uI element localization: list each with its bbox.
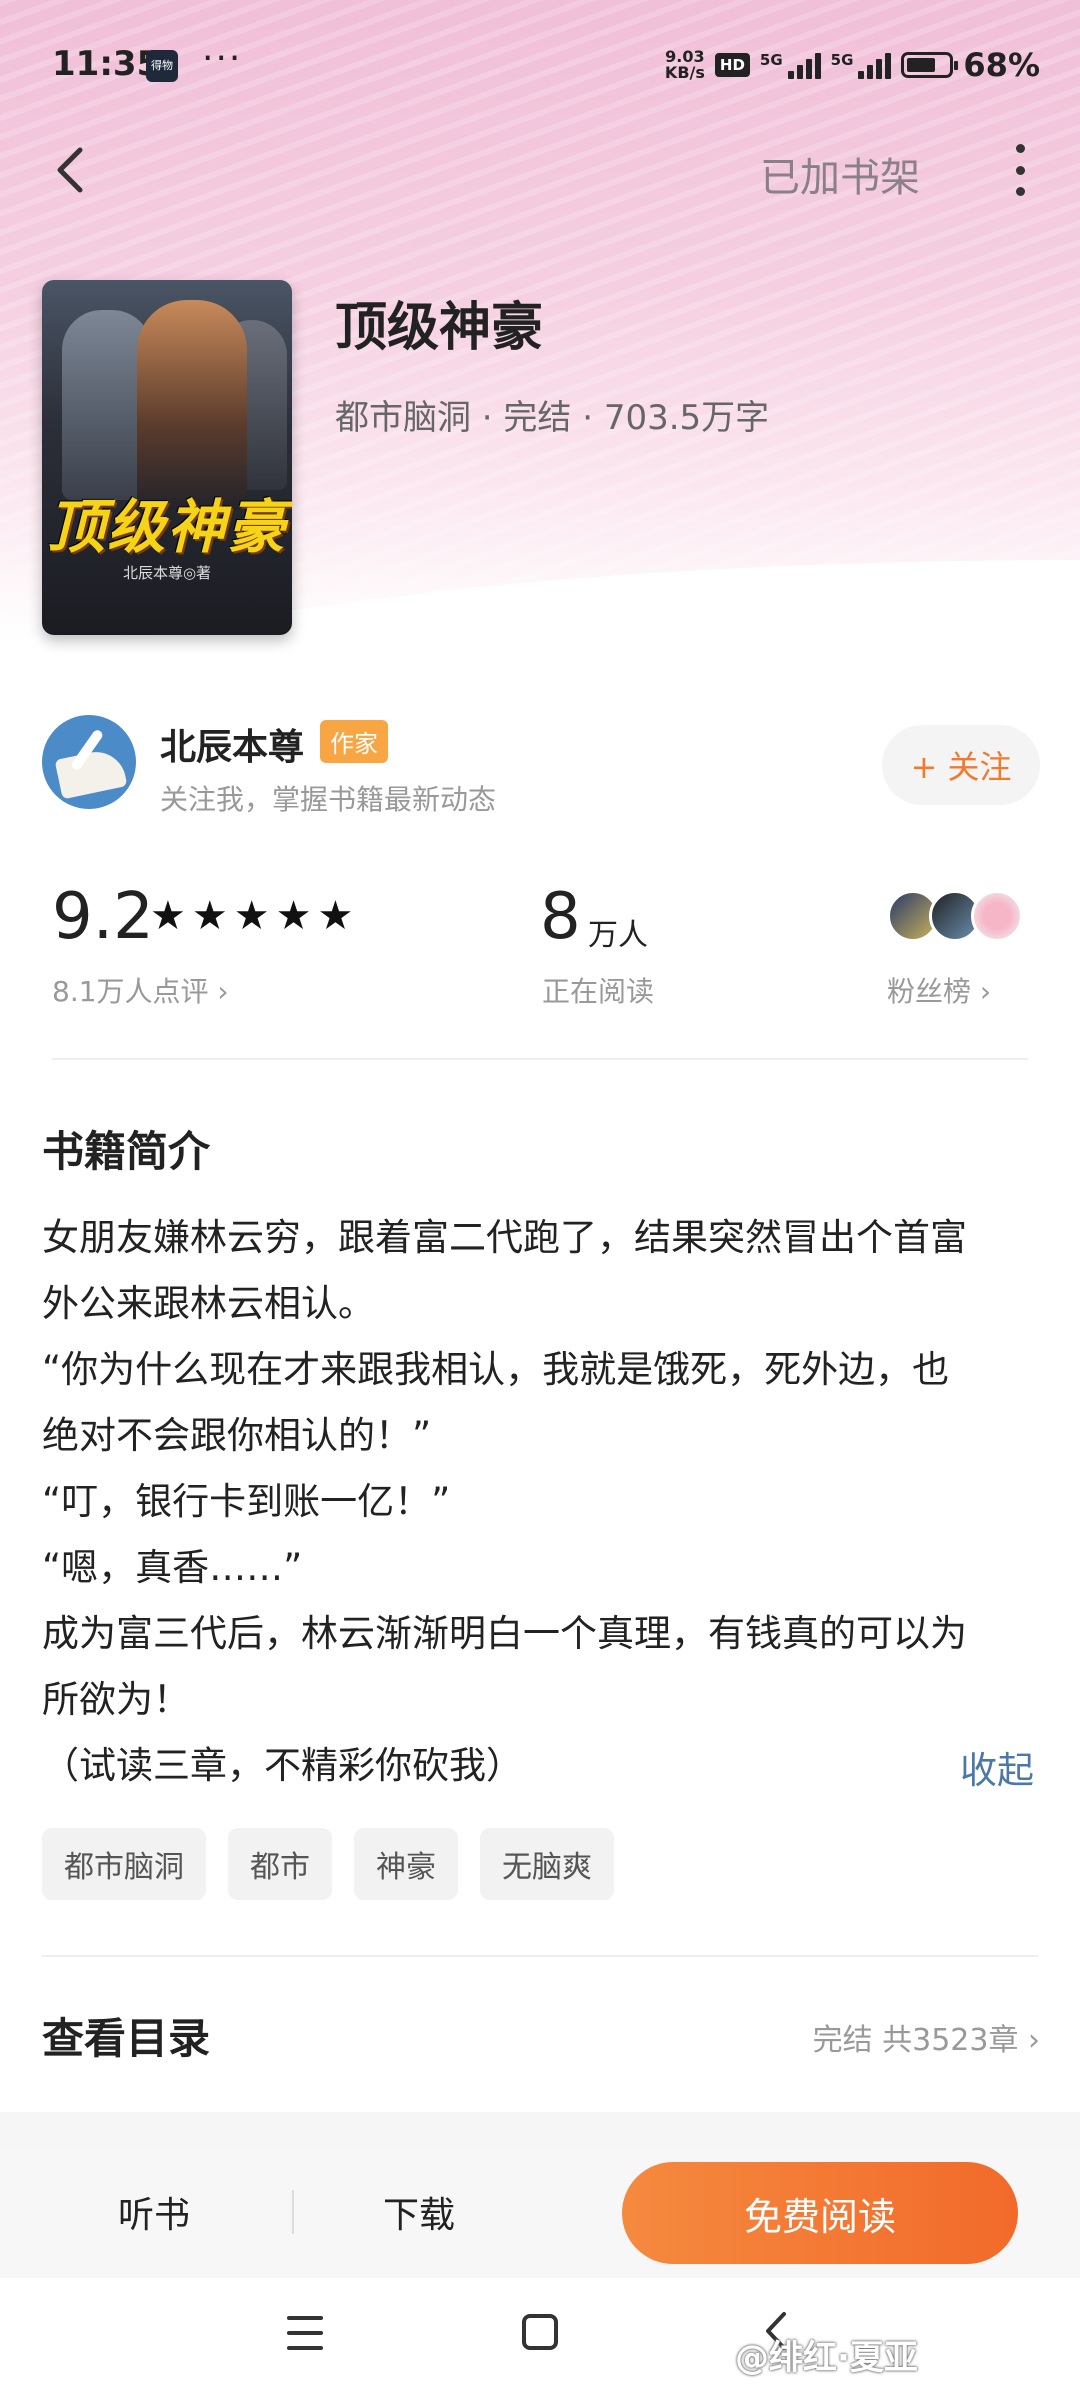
network-speed: 9.03 KB/s bbox=[665, 49, 705, 81]
toc-info[interactable]: 完结 共3523章 › bbox=[813, 2015, 1040, 2059]
status-bar: 11:35 得物 ··· 9.03 KB/s HD 5G 5G 68% bbox=[0, 0, 1080, 130]
divider bbox=[42, 1955, 1038, 1957]
download-button[interactable]: 下载 bbox=[383, 2186, 455, 2238]
home-icon[interactable] bbox=[522, 2314, 558, 2350]
follow-button[interactable]: + 关注 bbox=[882, 725, 1040, 805]
author-name[interactable]: 北辰本尊 bbox=[160, 718, 304, 770]
intro-line: 外公来跟林云相认。 bbox=[42, 1282, 375, 1325]
network-speed-unit: KB/s bbox=[664, 63, 705, 82]
watermark: @绯红·夏亚 bbox=[735, 2338, 918, 2378]
book-cover: 顶级神豪 北辰本尊◎著 bbox=[42, 280, 292, 635]
collapse-link[interactable]: 收起 bbox=[960, 1740, 1034, 1794]
author-subtitle: 关注我，掌握书籍最新动态 bbox=[160, 783, 497, 816]
cover-title: 顶级神豪 bbox=[46, 493, 287, 561]
back-arrow-icon[interactable] bbox=[48, 140, 92, 200]
menu-icon[interactable] bbox=[287, 2316, 323, 2350]
more-vertical-icon[interactable] bbox=[1010, 138, 1030, 202]
free-read-button[interactable]: 免费阅读 bbox=[622, 2162, 1018, 2264]
rating-stars: ★★★★★ bbox=[150, 893, 360, 939]
rating-score: 9.2 bbox=[52, 880, 154, 954]
fan-avatar bbox=[971, 890, 1023, 942]
readers-unit: 万人 bbox=[588, 918, 648, 953]
action-bar: 听书 下载 免费阅读 bbox=[0, 2148, 1080, 2278]
fans-ranking-link[interactable]: 粉丝榜 › bbox=[887, 970, 991, 1010]
intro-line: （试读三章，不精彩你砍我） bbox=[42, 1744, 523, 1787]
listen-button[interactable]: 听书 bbox=[118, 2186, 190, 2238]
more-notifications-icon: ··· bbox=[202, 38, 243, 79]
cover-author: 北辰本尊◎著 bbox=[122, 564, 212, 582]
status-time: 11:35 bbox=[52, 44, 161, 84]
tag[interactable]: 无脑爽 bbox=[480, 1828, 614, 1900]
intro-line: “叮，银行卡到账一亿！” bbox=[42, 1480, 451, 1523]
intro-line: 成为富三代后，林云渐渐明白一个真理，有钱真的可以为 bbox=[42, 1612, 967, 1655]
battery-icon bbox=[901, 52, 959, 78]
reviews-link[interactable]: 8.1万人点评 › bbox=[52, 970, 229, 1010]
hd-icon: HD bbox=[714, 53, 750, 77]
signal-5g-label: 5G bbox=[759, 51, 783, 69]
tag-list: 都市脑洞 都市 神豪 无脑爽 bbox=[42, 1828, 614, 1900]
book-meta: 都市脑洞 · 完结 · 703.5万字 bbox=[335, 398, 770, 438]
readers-label: 正在阅读 bbox=[542, 975, 655, 1008]
intro-line: “你为什么现在才来跟我相认，我就是饿死，死外边，也 bbox=[42, 1348, 950, 1391]
readers-count: 8 bbox=[540, 880, 581, 954]
divider bbox=[52, 1058, 1028, 1060]
signal-icon-2: 5G bbox=[831, 51, 892, 79]
intro-line: 女朋友嫌林云穷，跟着富二代跑了，结果突然冒出个首富 bbox=[42, 1216, 967, 1259]
added-to-shelf-label[interactable]: 已加书架 bbox=[760, 145, 920, 203]
signal-5g-label-2: 5G bbox=[830, 51, 854, 69]
intro-line: “嗯，真香……” bbox=[42, 1546, 303, 1589]
tag[interactable]: 都市 bbox=[228, 1828, 332, 1900]
signal-icon: 5G bbox=[760, 51, 821, 79]
fan-avatars[interactable] bbox=[887, 890, 1027, 946]
intro-body: 女朋友嫌林云穷，跟着富二代跑了，结果突然冒出个首富 外公来跟林云相认。 “你为什… bbox=[42, 1205, 1042, 1799]
system-nav-bar: @绯红·夏亚 bbox=[0, 2278, 1080, 2400]
toc-title[interactable]: 查看目录 bbox=[42, 2005, 210, 2066]
section-gap bbox=[0, 2112, 1080, 2148]
action-separator bbox=[292, 2190, 294, 2234]
status-right: 9.03 KB/s HD 5G 5G 68% bbox=[665, 46, 1040, 84]
tag[interactable]: 都市脑洞 bbox=[42, 1828, 206, 1900]
intro-line: 绝对不会跟你相认的！” bbox=[42, 1414, 432, 1457]
author-avatar[interactable] bbox=[42, 715, 136, 809]
intro-heading: 书籍简介 bbox=[42, 1127, 211, 1176]
battery-percent: 68% bbox=[963, 46, 1040, 84]
book-title: 顶级神豪 bbox=[335, 298, 544, 358]
author-badge: 作家 bbox=[320, 720, 388, 763]
intro-line: 所欲为！ bbox=[42, 1678, 190, 1721]
tag[interactable]: 神豪 bbox=[354, 1828, 458, 1900]
app-notification-icon: 得物 bbox=[146, 50, 178, 82]
